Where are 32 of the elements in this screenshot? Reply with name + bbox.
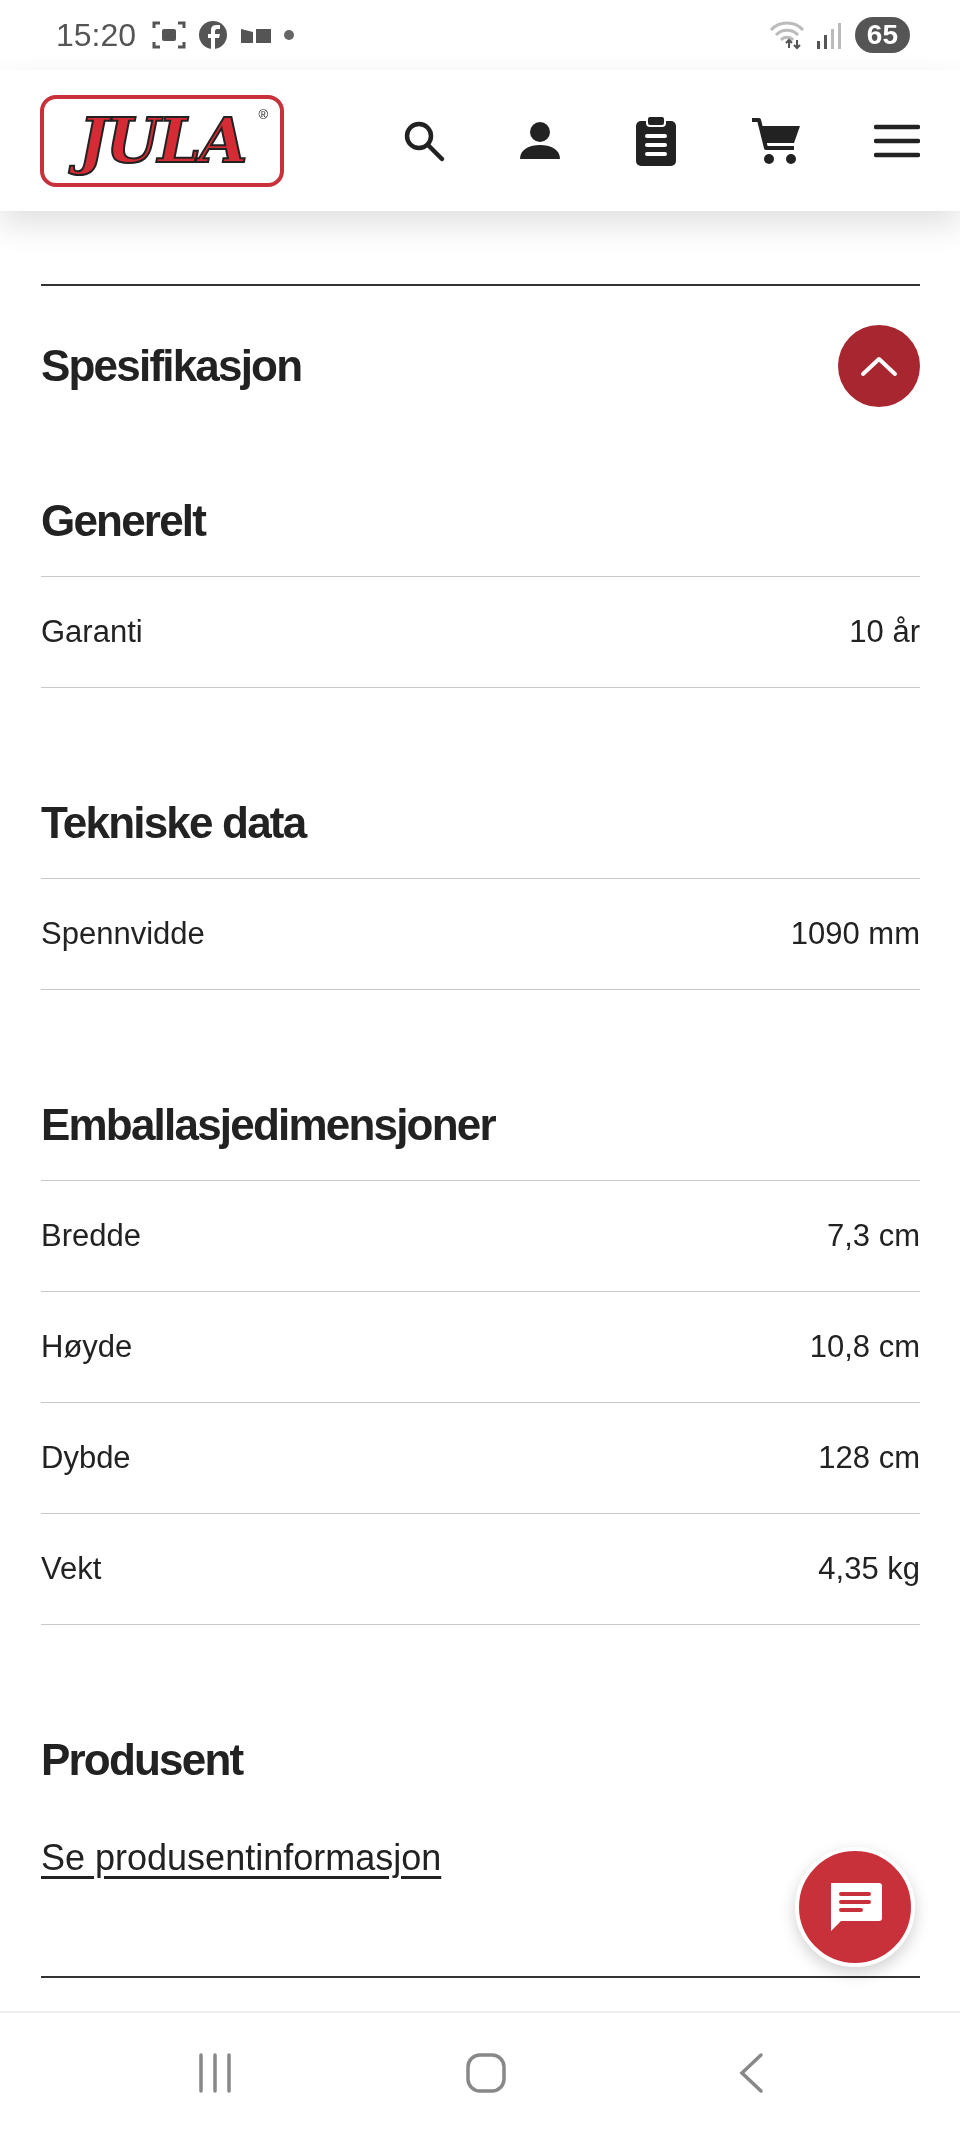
spec-value: 7,3 cm <box>826 1218 920 1254</box>
spec-value: 128 cm <box>818 1440 920 1476</box>
jula-logo[interactable]: JULA ® <box>40 94 284 187</box>
spec-label: Bredde <box>41 1218 141 1254</box>
spec-label: Garanti <box>41 614 143 650</box>
spec-value: 10,8 cm <box>809 1329 920 1365</box>
spec-label: Dybde <box>41 1440 131 1476</box>
group-heading: Emballasjedimensjoner <box>41 1099 495 1151</box>
battery-level: 65 <box>854 17 910 53</box>
group-heading: Produsent <box>41 1734 244 1786</box>
spec-value: 1090 mm <box>790 916 920 952</box>
group-heading: Tekniske data <box>41 797 306 849</box>
status-time: 15:20 <box>56 16 137 54</box>
section-title: Spesifikasjon <box>41 341 302 391</box>
facebook-icon <box>198 20 229 50</box>
manufacturer-link[interactable]: Se produsentinformasjon <box>41 1833 442 1883</box>
signal-icon <box>816 21 843 49</box>
clipboard-icon[interactable] <box>634 114 678 167</box>
wifi-icon <box>768 20 805 50</box>
group-heading: Generelt <box>41 495 206 547</box>
menu-icon[interactable] <box>874 123 920 158</box>
chevron-up-icon <box>859 354 899 378</box>
back-icon[interactable] <box>737 2052 765 2094</box>
dot-icon <box>284 30 295 40</box>
spec-label: Spennvidde <box>41 916 205 952</box>
spec-value: 4,35 kg <box>818 1551 920 1587</box>
screenshot-icon <box>152 20 187 50</box>
cart-icon[interactable] <box>750 115 802 166</box>
spec-label: Høyde <box>41 1329 133 1365</box>
spec-value: 10 år <box>849 614 920 650</box>
spec-label: Vekt <box>41 1551 102 1587</box>
home-icon[interactable] <box>465 2052 507 2094</box>
